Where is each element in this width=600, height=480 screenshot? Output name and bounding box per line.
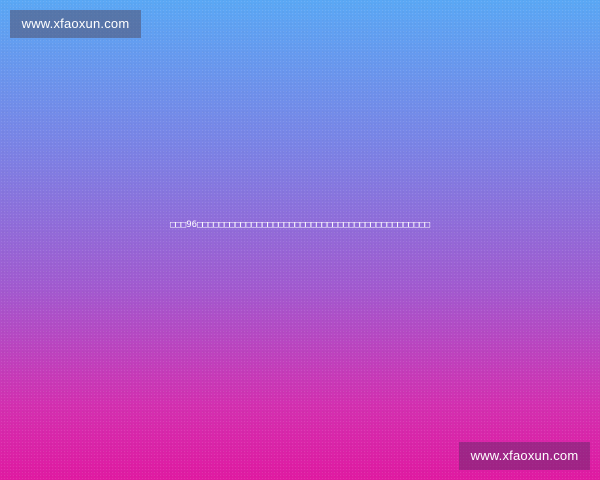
watermark-bottom-right: www.xfaoxun.com xyxy=(459,442,590,470)
background-noise xyxy=(0,0,600,480)
center-caption: □□□96□□□□□□□□□□□□□□□□□□□□□□□□□□□□□□□□□□□… xyxy=(169,220,431,230)
watermark-top-left: www.xfaoxun.com xyxy=(10,10,141,38)
